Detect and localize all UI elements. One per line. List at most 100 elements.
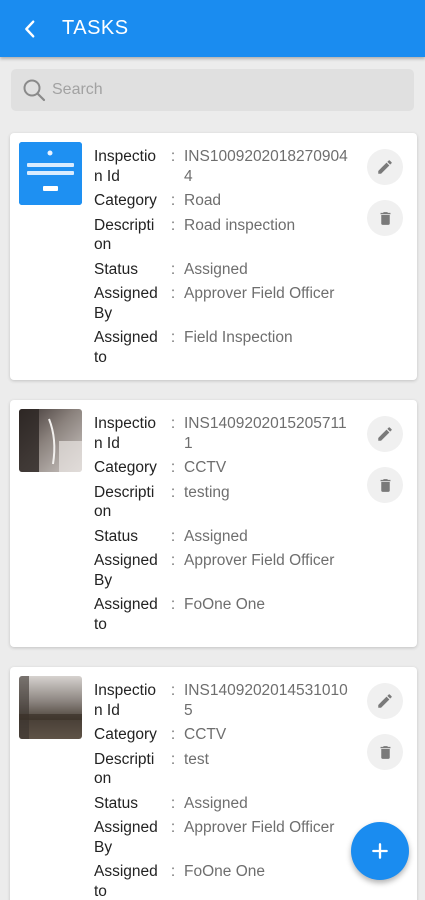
add-task-button[interactable] — [351, 822, 409, 880]
field-label: Assigned By — [94, 552, 158, 589]
separator: : — [170, 819, 176, 836]
field-category: Category : Road — [94, 191, 364, 211]
task-card[interactable]: Inspection Id : INS14092020152057111 Cat… — [10, 400, 417, 647]
trash-icon — [380, 478, 390, 492]
field-label: Assigned By — [94, 819, 158, 856]
edit-button[interactable] — [367, 149, 403, 185]
field-value: INS14092020145310105 — [184, 682, 348, 719]
field-label: Description — [94, 483, 155, 521]
chevron-left-icon — [25, 19, 35, 38]
field-value: INS10092020182709044 — [184, 148, 348, 185]
field-label: Status — [94, 794, 138, 812]
separator: : — [170, 527, 176, 545]
trash-icon — [380, 745, 390, 759]
field-inspection-id: Inspection Id : INS14092020152057111 — [94, 414, 364, 453]
separator: : — [170, 726, 176, 743]
separator: : — [170, 750, 176, 768]
field-value: Assigned — [184, 527, 248, 545]
field-category: Category : CCTV — [94, 725, 364, 745]
field-label: Assigned to — [94, 329, 158, 366]
trash-icon — [380, 211, 390, 225]
search-input[interactable] — [52, 81, 392, 99]
pencil-icon — [378, 694, 392, 708]
edit-button[interactable] — [367, 416, 403, 452]
delete-button[interactable] — [367, 200, 403, 236]
separator: : — [170, 863, 176, 880]
field-value: Field Inspection — [184, 329, 293, 346]
search-bar[interactable] — [11, 69, 414, 111]
cctv-photo-image — [19, 676, 82, 739]
separator: : — [170, 552, 176, 569]
separator: : — [170, 682, 176, 699]
separator: : — [170, 596, 176, 613]
back-button[interactable] — [0, 0, 60, 57]
separator: : — [170, 329, 176, 346]
separator: : — [170, 216, 176, 234]
search-icon — [23, 79, 46, 102]
edit-button[interactable] — [367, 683, 403, 719]
field-assigned-to: Assigned to : FoOne One — [94, 595, 364, 634]
field-assigned-by: Assigned By : Approver Field Officer — [94, 818, 364, 857]
separator: : — [170, 483, 176, 501]
field-label: Assigned to — [94, 596, 158, 633]
field-label: Category — [94, 459, 157, 476]
plus-icon — [372, 843, 388, 859]
field-value: Road — [184, 192, 222, 209]
field-label: Description — [94, 216, 155, 254]
field-assigned-by: Assigned By : Approver Field Officer — [94, 551, 364, 590]
field-label: Category — [94, 192, 157, 209]
task-thumbnail — [19, 409, 82, 472]
field-inspection-id: Inspection Id : INS14092020145310105 — [94, 681, 364, 720]
field-assigned-by: Assigned By : Approver Field Officer — [94, 284, 364, 323]
field-value: Approver Field Officer — [184, 819, 335, 836]
app-screenshot-image — [19, 142, 82, 205]
field-status: Status : Assigned — [94, 260, 364, 280]
delete-button[interactable] — [367, 734, 403, 770]
field-category: Category : CCTV — [94, 458, 364, 478]
separator: : — [170, 192, 176, 209]
field-label: Status — [94, 260, 138, 278]
task-thumbnail — [19, 142, 82, 205]
separator: : — [170, 148, 176, 165]
field-label: Assigned to — [94, 863, 158, 900]
page-title: TASKS — [62, 17, 129, 39]
field-status: Status : Assigned — [94, 527, 364, 547]
field-value: CCTV — [184, 726, 227, 743]
task-card[interactable]: Inspection Id : INS10092020182709044 Cat… — [10, 133, 417, 380]
field-description: Description : Road inspection — [94, 216, 364, 255]
field-value: INS14092020152057111 — [184, 415, 347, 452]
separator: : — [170, 415, 176, 432]
field-value: Assigned — [184, 260, 248, 278]
field-description: Description : test — [94, 750, 364, 789]
pencil-icon — [378, 160, 392, 174]
field-label: Inspection Id — [94, 148, 157, 185]
delete-button[interactable] — [367, 467, 403, 503]
field-label: Assigned By — [94, 285, 158, 322]
field-value: CCTV — [184, 459, 227, 476]
field-status: Status : Assigned — [94, 794, 364, 814]
field-inspection-id: Inspection Id : INS10092020182709044 — [94, 147, 364, 186]
field-description: Description : testing — [94, 483, 364, 522]
field-assigned-to: Assigned to : FoOne One — [94, 862, 364, 900]
separator: : — [170, 794, 176, 812]
field-label: Inspection Id — [94, 682, 157, 719]
field-label: Status — [94, 527, 138, 545]
app-bar: TASKS — [0, 0, 425, 57]
field-value: FoOne One — [184, 863, 265, 880]
field-assigned-to: Assigned to : Field Inspection — [94, 328, 364, 367]
task-thumbnail — [19, 676, 82, 739]
field-value: Assigned — [184, 794, 248, 812]
field-value: test — [184, 750, 209, 768]
field-value: Approver Field Officer — [184, 552, 335, 569]
field-label: Description — [94, 750, 155, 788]
cctv-photo-image — [19, 409, 82, 472]
field-value: FoOne One — [184, 596, 265, 613]
field-label: Category — [94, 726, 157, 743]
field-value: Road inspection — [184, 216, 296, 234]
field-label: Inspection Id — [94, 415, 157, 452]
separator: : — [170, 285, 176, 302]
field-value: Approver Field Officer — [184, 285, 335, 302]
pencil-icon — [378, 427, 392, 441]
separator: : — [170, 260, 176, 278]
separator: : — [170, 459, 176, 476]
